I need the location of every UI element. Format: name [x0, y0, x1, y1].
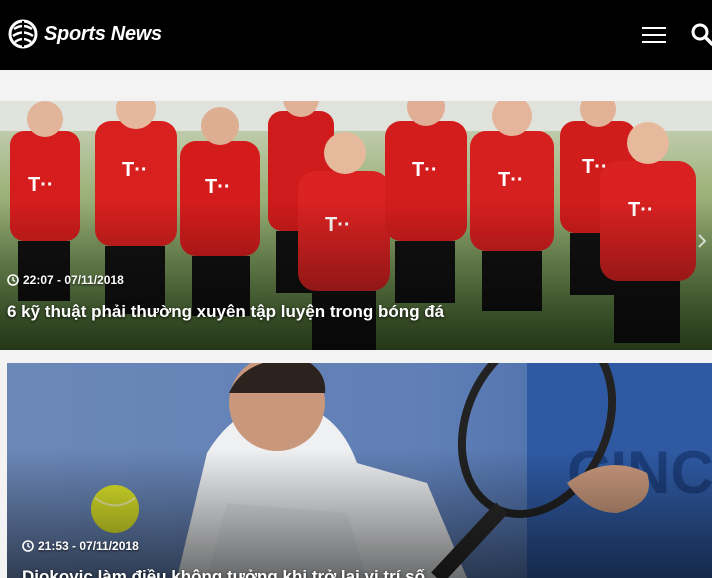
- brand-name: Sports News: [44, 22, 162, 45]
- svg-text:T··: T··: [122, 159, 148, 181]
- clock-icon: [22, 540, 34, 552]
- article-card[interactable]: T·· T·· T·· T·· T·· T·· T·· T·· 22:07 - …: [0, 101, 712, 350]
- article-title[interactable]: 6 kỹ thuật phải thường xuyên tập luyện t…: [7, 302, 444, 322]
- article-timestamp: 21:53 - 07/11/2018: [22, 539, 139, 553]
- article-title[interactable]: Djokovic làm điều không tưởng khi trở lạ…: [22, 567, 425, 578]
- clock-icon: [7, 274, 19, 286]
- svg-text:T··: T··: [28, 174, 54, 196]
- svg-text:T··: T··: [205, 176, 231, 198]
- menu-button[interactable]: [642, 24, 668, 44]
- ball-logo-icon: [8, 19, 38, 49]
- svg-text:T··: T··: [498, 169, 524, 191]
- svg-text:T··: T··: [412, 159, 438, 181]
- site-header: Sports News: [0, 0, 712, 70]
- site-logo[interactable]: Sports News: [8, 18, 162, 50]
- chevron-right-icon[interactable]: [698, 234, 706, 248]
- svg-text:T··: T··: [582, 156, 608, 178]
- article-card[interactable]: CINC 21:53 - 07/11/2018 Djokovic làm điề…: [7, 363, 712, 578]
- search-button[interactable]: [690, 22, 712, 46]
- article-timestamp: 22:07 - 07/11/2018: [7, 273, 124, 287]
- search-icon: [691, 23, 712, 46]
- hamburger-menu-icon: [642, 27, 666, 29]
